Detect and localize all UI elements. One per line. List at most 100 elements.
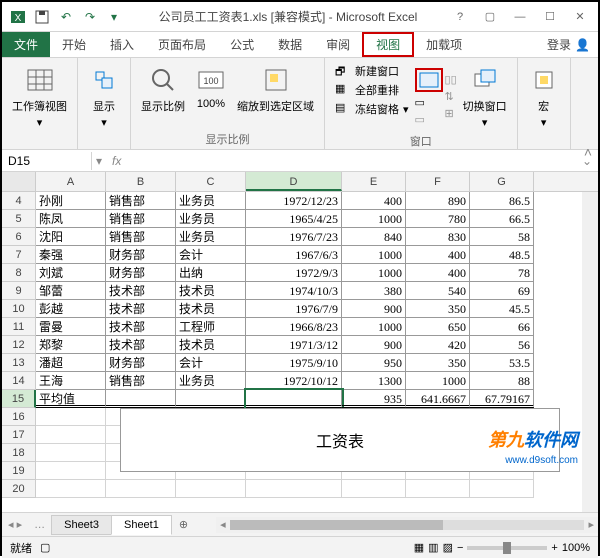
normal-view-icon[interactable]: ▦	[414, 541, 424, 554]
cell[interactable]: 潘超	[36, 354, 106, 372]
cell[interactable]: 88	[470, 372, 534, 390]
cell[interactable]: 业务员	[176, 210, 246, 228]
zoom-out-icon[interactable]: −	[457, 542, 463, 554]
col-header-D[interactable]: D	[246, 172, 342, 191]
cell[interactable]: 66.5	[470, 210, 534, 228]
redo-icon[interactable]: ↷	[80, 7, 100, 27]
cell[interactable]: 技术员	[176, 300, 246, 318]
reset-pos-icon[interactable]: ⊞	[445, 107, 457, 120]
name-box[interactable]: D15	[2, 152, 92, 170]
minimize-icon[interactable]: —	[506, 7, 534, 27]
col-header-C[interactable]: C	[176, 172, 246, 191]
cell[interactable]: 1976/7/9	[246, 300, 342, 318]
tab-insert[interactable]: 插入	[98, 32, 146, 57]
cell[interactable]: 1972/12/23	[246, 192, 342, 210]
cell[interactable]: 78	[470, 264, 534, 282]
cell[interactable]: 540	[406, 282, 470, 300]
cell[interactable]: 沈阳	[36, 228, 106, 246]
cell[interactable]: 45.5	[470, 300, 534, 318]
col-header-G[interactable]: G	[470, 172, 534, 191]
cell[interactable]: 1971/3/12	[246, 336, 342, 354]
cell[interactable]	[106, 390, 176, 408]
namebox-dropdown-icon[interactable]: ▾	[92, 154, 106, 168]
cell[interactable]: 陈凤	[36, 210, 106, 228]
split-icon[interactable]	[415, 68, 443, 92]
page-break-icon[interactable]: ▨	[443, 541, 453, 554]
cell[interactable]: 400	[406, 246, 470, 264]
freeze-panes-button[interactable]: ▤冻结窗格 ▾	[331, 100, 413, 118]
row-header[interactable]: 14	[2, 372, 36, 390]
tab-data[interactable]: 数据	[266, 32, 314, 57]
cell[interactable]: 780	[406, 210, 470, 228]
cell[interactable]	[246, 480, 342, 498]
cell[interactable]: 66	[470, 318, 534, 336]
row-header[interactable]: 8	[2, 264, 36, 282]
tab-home[interactable]: 开始	[50, 32, 98, 57]
cell[interactable]: 孙刚	[36, 192, 106, 210]
vertical-scrollbar[interactable]	[582, 192, 598, 512]
cell[interactable]: 1000	[342, 210, 406, 228]
unhide-icon[interactable]: ▭	[415, 113, 443, 126]
cell[interactable]: 1972/9/3	[246, 264, 342, 282]
cell[interactable]: 900	[342, 300, 406, 318]
cell[interactable]	[406, 480, 470, 498]
workbook-view-button[interactable]: 工作簿视图 ▾	[8, 62, 71, 131]
view-side-icon[interactable]: ▯▯	[445, 73, 457, 86]
cell[interactable]: 1965/4/25	[246, 210, 342, 228]
cell[interactable]: 58	[470, 228, 534, 246]
cell[interactable]: 1000	[342, 318, 406, 336]
save-icon[interactable]	[32, 7, 52, 27]
cell[interactable]: 技术部	[106, 282, 176, 300]
cell[interactable]: 650	[406, 318, 470, 336]
row-header[interactable]: 18	[2, 444, 36, 462]
cell[interactable]: 财务部	[106, 246, 176, 264]
tab-layout[interactable]: 页面布局	[146, 32, 218, 57]
zoom-selection-button[interactable]: 缩放到选定区域	[233, 62, 318, 116]
cell[interactable]: 56	[470, 336, 534, 354]
row-header[interactable]: 6	[2, 228, 36, 246]
zoom-button[interactable]: 显示比例	[137, 62, 189, 116]
cell[interactable]	[342, 480, 406, 498]
row-header[interactable]: 20	[2, 480, 36, 498]
cell[interactable]: 86.5	[470, 192, 534, 210]
cell[interactable]: 郑黎	[36, 336, 106, 354]
cell[interactable]: 销售部	[106, 372, 176, 390]
cell[interactable]: 1972/10/12	[246, 372, 342, 390]
cell[interactable]: 王海	[36, 372, 106, 390]
cell[interactable]: 1974/10/3	[246, 282, 342, 300]
cell[interactable]: 技术部	[106, 336, 176, 354]
undo-icon[interactable]: ↶	[56, 7, 76, 27]
cell[interactable]: 业务员	[176, 228, 246, 246]
cell[interactable]: 1967/6/3	[246, 246, 342, 264]
cell[interactable]: 890	[406, 192, 470, 210]
cell[interactable]: 财务部	[106, 264, 176, 282]
collapse-ribbon-icon[interactable]: ˄	[584, 144, 592, 160]
row-header[interactable]: 10	[2, 300, 36, 318]
cell[interactable]: 销售部	[106, 192, 176, 210]
cell[interactable]: 平均值	[36, 390, 106, 408]
sheet-tab-sheet3[interactable]: Sheet3	[51, 515, 112, 535]
select-all-corner[interactable]	[2, 172, 36, 191]
cell[interactable]: 420	[406, 336, 470, 354]
add-sheet-button[interactable]: ⊕	[171, 518, 196, 531]
maximize-icon[interactable]: ☐	[536, 7, 564, 27]
hide-icon[interactable]: ▭	[415, 96, 443, 109]
row-header[interactable]: 7	[2, 246, 36, 264]
macro-button[interactable]: 宏 ▾	[524, 62, 564, 131]
row-header[interactable]: 4	[2, 192, 36, 210]
cell[interactable]: 1975/9/10	[246, 354, 342, 372]
new-window-button[interactable]: 🗗新建窗口	[331, 62, 413, 80]
formula-input[interactable]	[127, 159, 576, 163]
cell[interactable]: 1300	[342, 372, 406, 390]
cell[interactable]: 350	[406, 300, 470, 318]
cell[interactable]: 69	[470, 282, 534, 300]
show-button[interactable]: 显示 ▾	[84, 62, 124, 131]
sheet-nav[interactable]: ◂ ▸	[2, 518, 28, 531]
cell[interactable]: 400	[406, 264, 470, 282]
cell[interactable]	[36, 480, 106, 498]
cell[interactable]	[36, 444, 106, 462]
cell[interactable]: 830	[406, 228, 470, 246]
record-macro-icon[interactable]: ▢	[40, 541, 50, 554]
tab-view[interactable]: 视图	[362, 32, 414, 57]
cell[interactable]: 1000	[342, 246, 406, 264]
